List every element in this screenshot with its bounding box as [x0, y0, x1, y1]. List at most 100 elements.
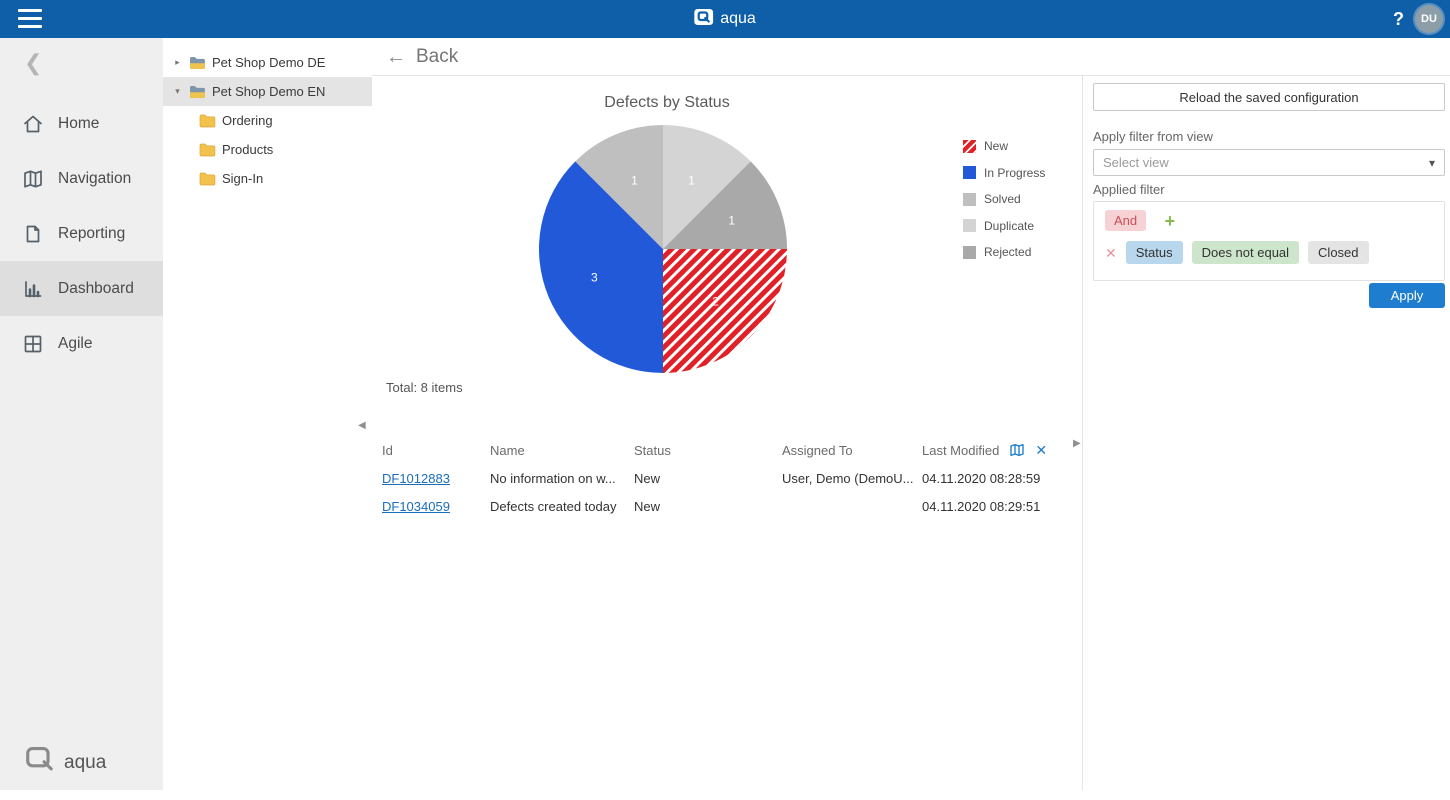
tree-expand-icon[interactable]: ▸: [172, 57, 183, 68]
legend-swatch: [963, 140, 976, 153]
chart-legend: NewIn ProgressSolvedDuplicateRejected: [963, 133, 1045, 266]
report-icon: [21, 222, 45, 246]
folder-icon: [199, 114, 216, 128]
close-icon[interactable]: ✕: [1035, 443, 1047, 457]
legend-swatch: [963, 166, 976, 179]
filter-panel: Reload the saved configuration Apply fil…: [1083, 75, 1450, 790]
reload-config-button[interactable]: Reload the saved configuration: [1093, 83, 1445, 111]
defect-id-cell: DF1012883: [382, 471, 490, 486]
pie-slice-new[interactable]: [663, 249, 787, 373]
applied-filter-box: And + ✕ Status Does not equal Closed: [1093, 201, 1445, 281]
defect-id-cell: DF1034059: [382, 499, 490, 514]
grid-icon: [21, 332, 45, 356]
remove-condition-icon[interactable]: ✕: [1105, 246, 1117, 260]
column-header-assigned-to[interactable]: Assigned To: [782, 443, 922, 458]
brand: aqua: [694, 0, 756, 38]
sidebar-item-label: Navigation: [58, 170, 131, 188]
tree-item-sign-in[interactable]: Sign-In: [163, 164, 372, 193]
legend-item-rejected: Rejected: [963, 239, 1045, 266]
brand-name: aqua: [720, 10, 756, 28]
back-label: Back: [416, 46, 458, 68]
sidebar-item-navigation[interactable]: Navigation: [0, 151, 163, 206]
map-icon: [21, 167, 45, 191]
tree-item-ordering[interactable]: Ordering: [163, 106, 372, 135]
defect-id-link[interactable]: DF1012883: [382, 471, 450, 486]
avatar[interactable]: DU: [1415, 5, 1443, 33]
defect-name-cell: Defects created today: [490, 499, 634, 514]
column-header-label: Last Modified: [922, 443, 999, 458]
defect-name-cell: No information on w...: [490, 471, 634, 486]
pie-slice-value: 1: [631, 173, 638, 187]
back-arrow-icon: ←: [386, 46, 406, 69]
sidebar-item-agile[interactable]: Agile: [0, 316, 163, 371]
sidebar-nav: Home Navigation Reporting Dashboard Agile: [0, 96, 163, 371]
tree-item-label: Pet Shop Demo DE: [212, 55, 325, 70]
tree-item-label: Pet Shop Demo EN: [212, 84, 325, 99]
chart-title: Defects by Status: [372, 94, 962, 112]
defect-assigned-cell: User, Demo (DemoU...: [782, 471, 922, 486]
column-header-last-modified[interactable]: Last Modified ✕: [922, 442, 1080, 458]
legend-swatch: [963, 219, 976, 232]
sidebar-item-label: Dashboard: [58, 280, 134, 298]
apply-button[interactable]: Apply: [1369, 283, 1445, 308]
apply-filter-from-view-label: Apply filter from view: [1093, 129, 1213, 144]
sidebar: ❮ HomeNavigationReportingDashboardAgile …: [0, 38, 163, 790]
sidebar-collapse-icon[interactable]: ❮: [24, 52, 42, 74]
scroll-left-icon[interactable]: ◀: [358, 420, 366, 431]
defect-modified-cell: 04.11.2020 08:29:51: [922, 499, 1080, 514]
tree-item-pet-shop-demo-de[interactable]: ▸ Pet Shop Demo DE: [163, 48, 372, 77]
condition-operator-chip[interactable]: Does not equal: [1192, 241, 1299, 264]
table-header: IdNameStatusAssigned ToLast Modified ✕: [382, 436, 1080, 464]
tree-item-products[interactable]: Products: [163, 135, 372, 164]
and-chip[interactable]: And: [1105, 210, 1146, 231]
condition-value-chip[interactable]: Closed: [1308, 241, 1368, 264]
tree-expand-icon[interactable]: ▾: [172, 86, 183, 97]
legend-item-new: New: [963, 133, 1045, 160]
total-label: Total: 8 items: [386, 380, 463, 395]
filter-condition: ✕ Status Does not equal Closed: [1105, 241, 1433, 264]
folder-icon: [199, 172, 216, 186]
legend-swatch: [963, 246, 976, 259]
legend-label: In Progress: [984, 166, 1045, 180]
add-condition-icon[interactable]: +: [1165, 211, 1176, 231]
help-icon[interactable]: ?: [1393, 0, 1404, 38]
folder-icon: [189, 85, 206, 99]
tree-item-pet-shop-demo-en[interactable]: ▾ Pet Shop Demo EN: [163, 77, 372, 106]
sidebar-item-dashboard[interactable]: Dashboard: [0, 261, 163, 316]
defect-id-link[interactable]: DF1034059: [382, 499, 450, 514]
defects-table: IdNameStatusAssigned ToLast Modified ✕ DF…: [382, 436, 1080, 520]
main-panel: ← Back Defects by Status 23111 NewIn Pro…: [372, 38, 1082, 790]
sidebar-item-label: Agile: [58, 335, 92, 353]
chart-icon: [21, 277, 45, 301]
column-header-status[interactable]: Status: [634, 443, 782, 458]
map-icon[interactable]: [1008, 442, 1026, 458]
filter-conditions: ✕ Status Does not equal Closed: [1105, 241, 1433, 264]
pie-slice-value: 2: [712, 295, 719, 309]
folder-icon: [189, 56, 206, 70]
column-header-id[interactable]: Id: [382, 443, 490, 458]
view-select[interactable]: Select view ▾: [1093, 149, 1445, 176]
defect-modified-cell: 04.11.2020 08:28:59: [922, 471, 1080, 486]
legend-label: Duplicate: [984, 219, 1034, 233]
pie-chart: 23111: [539, 125, 787, 373]
applied-filter-label: Applied filter: [1093, 182, 1165, 197]
menu-icon[interactable]: [18, 9, 44, 28]
pie-slice-value: 1: [688, 173, 695, 187]
column-header-name[interactable]: Name: [490, 443, 634, 458]
back-button[interactable]: ← Back: [386, 44, 458, 70]
legend-item-in-progress: In Progress: [963, 160, 1045, 187]
legend-item-duplicate: Duplicate: [963, 213, 1045, 240]
defect-status-cell: New: [634, 471, 782, 486]
sidebar-item-reporting[interactable]: Reporting: [0, 206, 163, 261]
sidebar-item-label: Reporting: [58, 225, 125, 243]
folder-icon: [199, 143, 216, 157]
project-tree: ▸ Pet Shop Demo DE ▾ Pet Shop Demo EN Orderi…: [163, 38, 372, 800]
table-row: DF1034059 Defects created todayNew 04.11.2…: [382, 492, 1080, 520]
tree-item-label: Ordering: [222, 113, 273, 128]
sidebar-item-home[interactable]: Home: [0, 96, 163, 151]
home-icon: [21, 112, 45, 136]
defect-status-cell: New: [634, 499, 782, 514]
condition-field-chip[interactable]: Status: [1126, 241, 1183, 264]
tree-item-label: Products: [222, 142, 273, 157]
view-select-placeholder: Select view: [1103, 155, 1429, 170]
